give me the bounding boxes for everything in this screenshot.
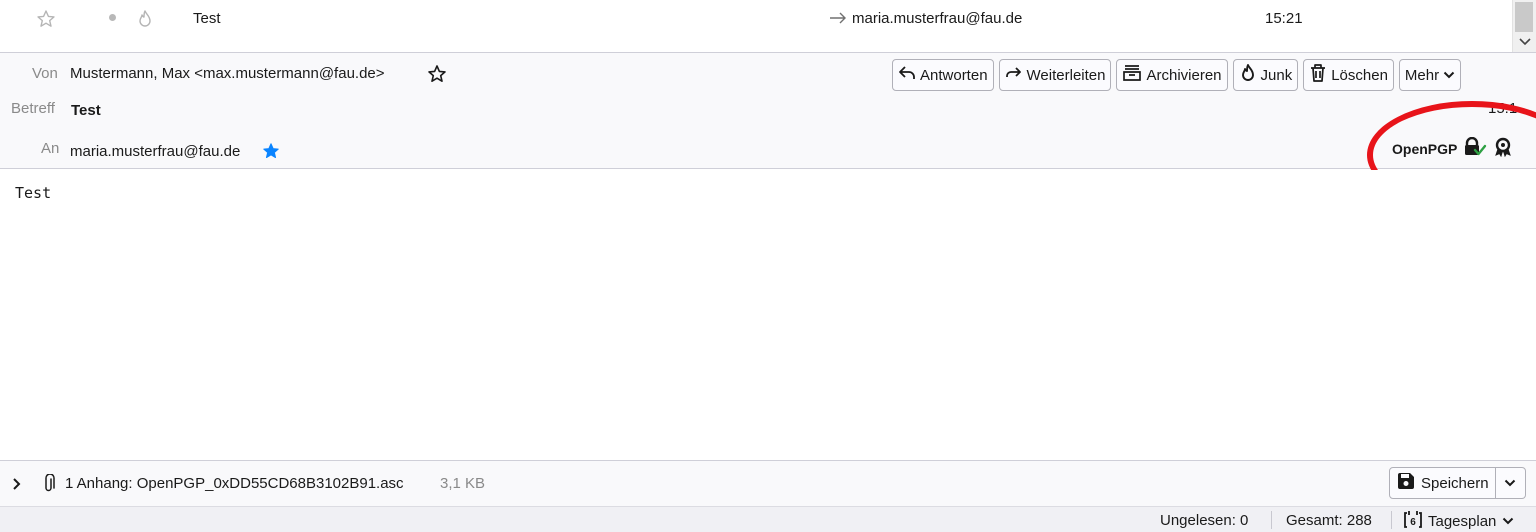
from-value[interactable]: Mustermann, Max <max.mustermann@fau.de> bbox=[70, 65, 385, 82]
message-body[interactable]: Test bbox=[0, 170, 1536, 460]
subject-label: Betreff bbox=[11, 100, 55, 117]
arrow-right-icon bbox=[829, 11, 847, 29]
save-label: Speichern bbox=[1421, 474, 1489, 492]
chevron-down-icon bbox=[1502, 513, 1514, 530]
paperclip-icon bbox=[42, 473, 56, 498]
today-pane-toggle[interactable]: 6 Tagesplan bbox=[1404, 509, 1514, 532]
message-date: 15:1 bbox=[1488, 100, 1518, 117]
calendar-day: 6 bbox=[1410, 517, 1416, 528]
message-body-text: Test bbox=[15, 184, 52, 202]
archive-button[interactable]: Archivieren bbox=[1116, 59, 1228, 91]
message-header: Von Mustermann, Max <max.mustermann@fau.… bbox=[0, 52, 1536, 209]
contact-star-icon[interactable] bbox=[262, 142, 280, 164]
reply-icon bbox=[898, 65, 916, 85]
junk-flame-icon[interactable] bbox=[136, 9, 154, 33]
more-label: Mehr bbox=[1404, 66, 1440, 84]
status-bar: Ungelesen: 0 Gesamt: 288 6 Tagesplan bbox=[0, 506, 1536, 532]
add-contact-star-icon[interactable] bbox=[427, 64, 447, 88]
forward-button[interactable]: Weiterleiten bbox=[998, 59, 1112, 91]
list-time: 15:21 bbox=[1265, 10, 1303, 27]
save-options-dropdown[interactable] bbox=[1495, 467, 1526, 499]
junk-flame-icon bbox=[1239, 63, 1257, 87]
today-pane-label: Tagesplan bbox=[1428, 512, 1497, 530]
save-attachment-group: Speichern bbox=[1389, 467, 1526, 499]
seal-icon[interactable] bbox=[1493, 137, 1513, 161]
forward-label: Weiterleiten bbox=[1026, 66, 1106, 84]
to-label: An bbox=[41, 140, 60, 157]
forward-icon bbox=[1005, 65, 1023, 85]
junk-button[interactable]: Junk bbox=[1232, 59, 1299, 91]
scrollbar-thumb[interactable] bbox=[1515, 2, 1533, 32]
attachment-bar: 1 Anhang: OpenPGP_0xDD55CD68B3102B91.asc… bbox=[0, 460, 1536, 506]
openpgp-label: OpenPGP bbox=[1392, 141, 1458, 157]
lock-check-icon[interactable] bbox=[1463, 136, 1487, 161]
floppy-disk-icon bbox=[1396, 471, 1416, 495]
message-list-row[interactable]: Test maria.musterfrau@fau.de 15:21 bbox=[0, 0, 1512, 40]
save-button[interactable]: Speichern bbox=[1389, 467, 1496, 499]
attachment-size: 3,1 KB bbox=[440, 475, 486, 492]
subject-value: Test bbox=[71, 102, 101, 119]
unread-dot-icon[interactable] bbox=[109, 14, 116, 21]
attachment-summary[interactable]: 1 Anhang: OpenPGP_0xDD55CD68B3102B91.asc bbox=[65, 475, 404, 492]
scrollbar[interactable] bbox=[1512, 0, 1536, 52]
openpgp-status[interactable]: OpenPGP bbox=[1392, 136, 1513, 161]
header-toolbar: Antworten Weiterleiten Archivieren Junk … bbox=[892, 59, 1462, 91]
chevron-down-icon[interactable] bbox=[1518, 34, 1532, 51]
junk-label: Junk bbox=[1260, 66, 1293, 84]
chevron-down-icon bbox=[1504, 475, 1516, 492]
more-button[interactable]: Mehr bbox=[1398, 59, 1462, 91]
status-separator bbox=[1391, 511, 1392, 529]
reply-label: Antworten bbox=[920, 66, 988, 84]
status-separator bbox=[1271, 511, 1272, 529]
star-icon[interactable] bbox=[36, 9, 56, 33]
to-value[interactable]: maria.musterfrau@fau.de bbox=[70, 143, 240, 160]
list-recipient: maria.musterfrau@fau.de bbox=[852, 10, 1023, 27]
total-count: Gesamt: 288 bbox=[1286, 512, 1372, 529]
reply-button[interactable]: Antworten bbox=[892, 59, 994, 91]
calendar-icon: 6 bbox=[1404, 509, 1422, 532]
chevron-down-icon bbox=[1443, 67, 1455, 84]
delete-button[interactable]: Löschen bbox=[1303, 59, 1394, 91]
trash-icon bbox=[1309, 63, 1327, 87]
expand-attachments-chevron-icon[interactable] bbox=[12, 477, 22, 495]
archive-label: Archivieren bbox=[1146, 66, 1222, 84]
unread-count: Ungelesen: 0 bbox=[1160, 512, 1249, 529]
archive-icon bbox=[1122, 64, 1142, 86]
delete-label: Löschen bbox=[1331, 66, 1388, 84]
list-subject: Test bbox=[193, 10, 221, 27]
from-label: Von bbox=[32, 65, 58, 82]
